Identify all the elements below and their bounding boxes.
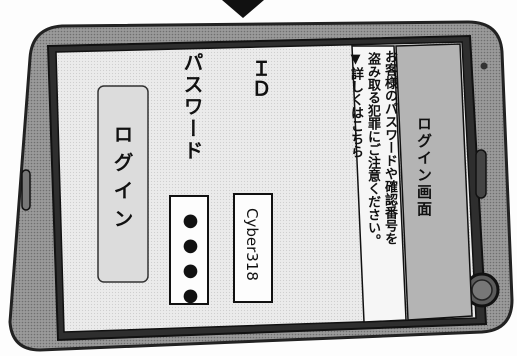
id-field[interactable]: Cyber318 — [243, 208, 261, 281]
password-field[interactable]: ●●●● — [180, 210, 201, 310]
notice-line-2: 盗み取る犯罪にご注意ください。 — [365, 52, 380, 247]
password-label: パスワード — [180, 52, 204, 162]
notice-line-1: お客様のパスワードや確認番号を — [382, 50, 397, 245]
id-label: ＩＤ — [248, 58, 272, 98]
login-button[interactable]: ログイン — [108, 124, 137, 236]
screen-title: ログイン画面 — [415, 116, 433, 218]
phone-illustration: ログイン画面 お客様のパスワードや確認番号を 盗み取る犯罪にご注意ください。 ▼… — [0, 0, 517, 356]
notice-link[interactable]: ▼詳しくはこちら — [346, 52, 365, 158]
